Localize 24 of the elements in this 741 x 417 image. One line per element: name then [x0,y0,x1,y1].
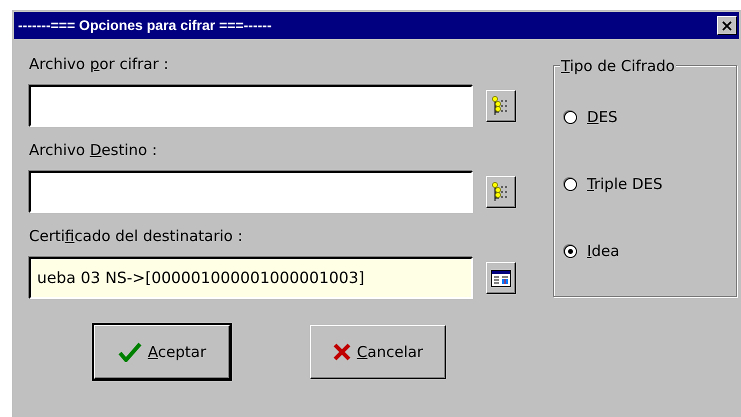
window-title: -------=== Opciones para cifrar ===------ [18,16,272,35]
window-icon [491,270,511,286]
radio-button[interactable] [564,244,577,258]
radio-option[interactable]: Triple DES [564,173,663,195]
text-field[interactable] [29,85,473,127]
browse-button[interactable] [486,176,516,208]
radio-button[interactable] [564,178,577,190]
text-field[interactable]: ueba 03 NS->[000001000001000001003] [29,257,473,299]
field-label: Certificado del destinatario : [29,226,244,247]
text-field[interactable] [29,171,473,213]
browse-button[interactable] [486,90,516,122]
check-icon [118,342,142,362]
cancel-button[interactable]: Cancelar [310,325,446,379]
cross-icon [332,343,351,361]
radio-button[interactable] [564,110,577,124]
tree-icon [492,96,510,116]
browse-button[interactable] [486,262,516,294]
radio-option[interactable]: Idea [564,240,620,262]
accept-button[interactable]: Aceptar [94,325,230,379]
field-label: Archivo por cifrar : [29,54,170,75]
field-label: Archivo Destino : [29,140,158,161]
tree-icon [492,182,510,202]
close-button[interactable]: × [717,16,737,35]
radio-option[interactable]: DES [564,106,618,128]
